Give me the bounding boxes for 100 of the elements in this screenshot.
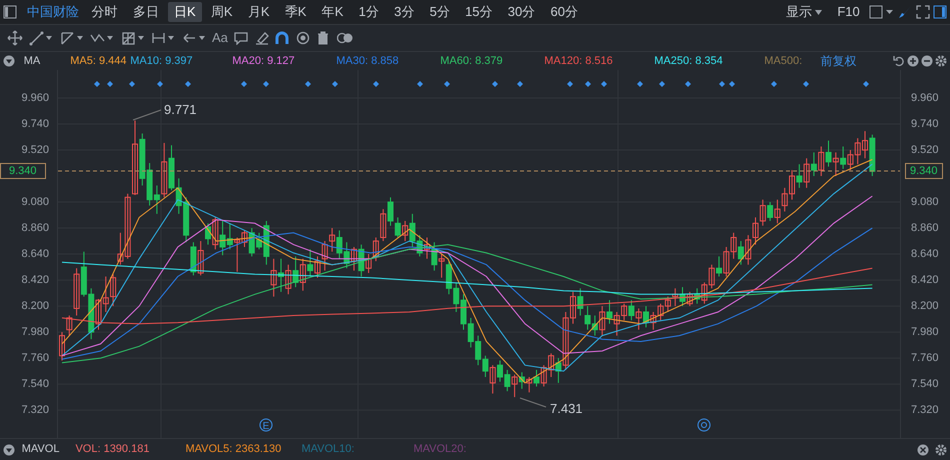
candlestick — [804, 158, 810, 188]
eye-icon[interactable] — [296, 31, 310, 45]
candlestick — [512, 374, 518, 398]
collapse-icon[interactable] — [3, 55, 16, 67]
event-marker-icon[interactable] — [107, 81, 113, 87]
fullscreen-icon[interactable] — [916, 5, 930, 19]
trash-icon[interactable] — [316, 31, 330, 45]
period-tab[interactable]: 60分 — [544, 2, 584, 22]
candlestick — [132, 120, 138, 196]
sidebar-toggle-icon[interactable] — [3, 5, 18, 19]
event-marker-icon[interactable] — [863, 81, 869, 87]
candlestick — [534, 369, 540, 387]
stock-name-link[interactable]: 中国财险 — [27, 2, 79, 22]
candlestick — [380, 208, 386, 242]
remove-icon[interactable] — [920, 55, 933, 67]
event-marker-icon[interactable] — [659, 81, 665, 87]
event-marker-icon[interactable] — [685, 81, 691, 87]
eraser-icon[interactable] — [254, 31, 269, 45]
event-marker-icon[interactable] — [417, 81, 423, 87]
price-tag: 9.340 — [905, 163, 943, 179]
period-tab[interactable]: 15分 — [459, 2, 499, 22]
channel-tool-icon[interactable] — [60, 30, 84, 46]
event-marker-icon[interactable] — [373, 81, 379, 87]
candlestick — [322, 240, 328, 272]
period-tab[interactable]: 分时 — [86, 2, 124, 22]
candlestick — [74, 268, 80, 316]
axis-label: 9.080 — [911, 195, 939, 210]
period-tab[interactable]: 月K — [242, 2, 276, 22]
candlestick — [840, 146, 846, 170]
axis-label: 7.320 — [911, 403, 939, 418]
event-marker-icon[interactable] — [517, 81, 523, 87]
period-tab[interactable]: 多日 — [126, 2, 165, 22]
magnet-icon[interactable] — [275, 31, 290, 45]
candlestick — [366, 254, 372, 274]
adjust-mode-link[interactable]: 前复权 — [820, 52, 856, 70]
event-badge-icon[interactable] — [698, 418, 710, 432]
add-icon[interactable] — [906, 55, 919, 67]
axis-label: 9.520 — [911, 143, 939, 158]
candlestick — [300, 258, 306, 292]
period-tab[interactable]: 30分 — [502, 2, 542, 22]
undo-icon[interactable] — [892, 55, 905, 67]
volume-value: MAVOL20: — [413, 442, 468, 458]
text-tool[interactable]: Aa — [212, 28, 228, 48]
line-tool-icon[interactable] — [29, 30, 53, 46]
ma-value: MA5: 9.444 — [70, 54, 128, 69]
event-marker-icon[interactable] — [567, 81, 573, 87]
event-marker-icon[interactable] — [185, 81, 191, 87]
event-marker-icon[interactable] — [492, 81, 498, 87]
range-tool-icon[interactable] — [151, 30, 175, 46]
grid-tool-icon[interactable] — [120, 30, 144, 46]
event-marker-icon[interactable] — [305, 81, 311, 87]
axis-label: 8.640 — [911, 247, 939, 262]
event-marker-icon[interactable] — [332, 81, 338, 87]
event-marker-icon[interactable] — [719, 81, 725, 87]
axis-label: 8.860 — [911, 221, 939, 236]
event-marker-icon[interactable] — [803, 81, 809, 87]
candlestick — [796, 164, 802, 188]
period-tab[interactable]: 1分 — [352, 2, 385, 22]
period-tab[interactable]: 季K — [278, 2, 312, 22]
overlap-icon[interactable] — [336, 31, 353, 45]
panel-toggle-icon[interactable] — [932, 5, 947, 19]
candlestick — [628, 300, 634, 321]
event-marker-icon[interactable] — [729, 81, 735, 87]
event-marker-icon[interactable] — [444, 81, 450, 87]
indicator-name: MA — [24, 54, 40, 69]
move-icon[interactable] — [6, 30, 22, 46]
event-marker-icon[interactable] — [94, 81, 100, 87]
candlestick — [438, 254, 445, 278]
comment-icon[interactable] — [234, 31, 248, 45]
event-marker-icon[interactable] — [157, 81, 163, 87]
candlestick — [285, 264, 292, 295]
candlestick — [636, 308, 642, 330]
ma-value: MA250: 8.354 — [654, 54, 724, 69]
event-marker-icon[interactable] — [771, 81, 777, 87]
period-tab[interactable]: 年K — [316, 2, 350, 22]
event-marker-icon[interactable] — [585, 81, 591, 87]
period-tab[interactable]: 周K — [204, 2, 239, 22]
period-tab[interactable]: 3分 — [388, 2, 420, 22]
period-tab[interactable]: 5分 — [424, 2, 456, 22]
display-dropdown[interactable]: 显示 — [780, 2, 828, 22]
event-marker-icon[interactable] — [263, 81, 269, 87]
axis-label: 8.200 — [911, 299, 939, 314]
period-tab[interactable]: 日K — [168, 2, 202, 22]
candlestick — [577, 288, 584, 316]
event-marker-icon[interactable] — [637, 81, 643, 87]
settings-icon[interactable] — [934, 444, 947, 456]
event-marker-icon[interactable] — [601, 81, 607, 87]
close-icon[interactable] — [916, 444, 929, 456]
settings-icon[interactable] — [934, 55, 947, 67]
square-dropdown-icon[interactable] — [869, 5, 895, 19]
candlestick — [716, 256, 722, 278]
axis-label: 8.200 — [21, 299, 49, 314]
candlestick — [767, 202, 774, 222]
collapse-icon[interactable] — [3, 444, 16, 456]
event-marker-icon[interactable] — [241, 81, 247, 87]
f10-button[interactable]: F10 — [831, 2, 866, 22]
event-badge[interactable]: E — [260, 418, 272, 432]
axis-label: 8.420 — [21, 273, 49, 288]
event-marker-icon[interactable] — [129, 81, 135, 87]
candlestick — [526, 376, 532, 393]
